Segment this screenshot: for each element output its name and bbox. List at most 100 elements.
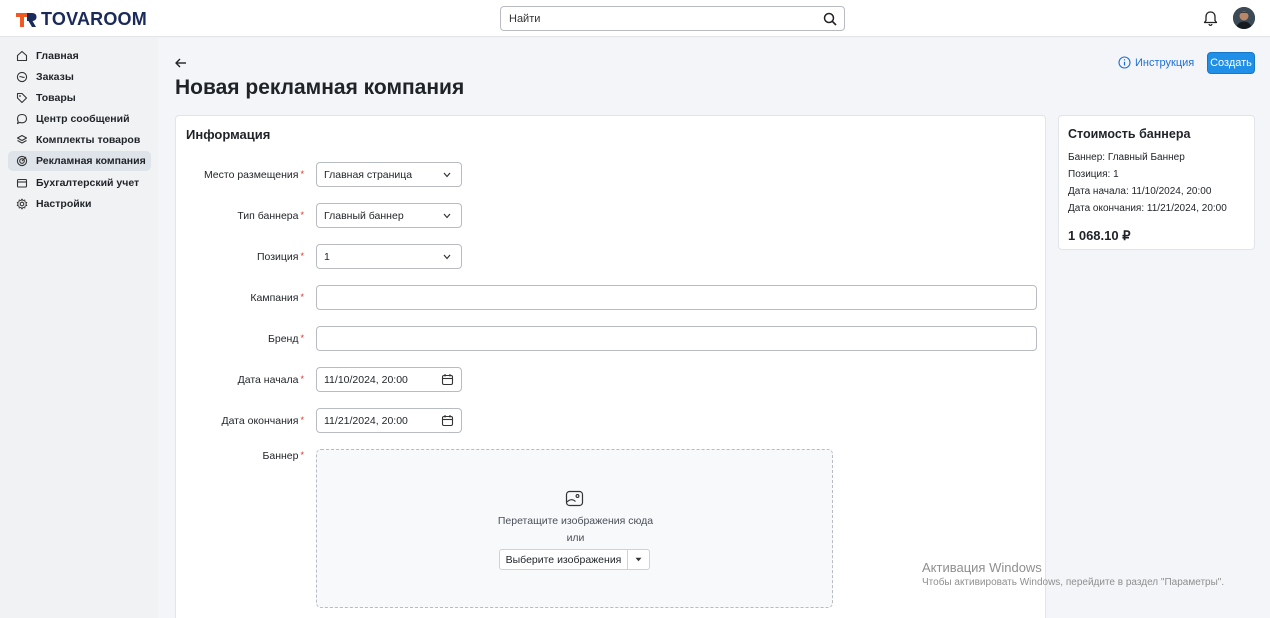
end-date-value: 11/21/2024, 20:00 (324, 415, 408, 427)
sidebar-item-settings[interactable]: Настройки (8, 194, 151, 214)
image-upload-icon (565, 490, 584, 507)
page-title: Новая рекламная компания (175, 76, 465, 99)
banner-type-select[interactable]: Главный баннер (316, 203, 462, 228)
user-avatar-icon (1233, 7, 1255, 29)
logo[interactable]: TOVAROOM (15, 9, 147, 30)
placement-label-text: Место размещения (203, 169, 299, 181)
message-icon (16, 113, 28, 125)
sidebar-item-messages[interactable]: Центр сообщений (8, 109, 151, 129)
banner-type-value: Главный баннер (324, 210, 404, 222)
sidebar-item-label: Настройки (36, 198, 92, 210)
cost-banner-line: Баннер: Главный Баннер (1068, 152, 1185, 163)
required-mark: * (300, 333, 304, 343)
info-card: Информация Место размещения * Главная стр… (175, 115, 1046, 618)
avatar[interactable] (1233, 7, 1255, 29)
placement-value: Главная страница (324, 169, 413, 181)
choose-images-dropdown[interactable] (628, 550, 649, 569)
watermark-subtitle: Чтобы активировать Windows, перейдите в … (922, 577, 1225, 588)
campaign-label: Кампания * (250, 292, 304, 304)
wallet-icon (16, 178, 28, 188)
required-mark: * (300, 415, 304, 425)
campaign-label-text: Кампания (250, 292, 299, 304)
brand-label: Бренд * (268, 333, 304, 345)
search-icon[interactable] (823, 12, 837, 26)
placement-label: Место размещения * (204, 169, 304, 181)
required-mark: * (300, 374, 304, 384)
windows-activation-watermark: Активация Windows Чтобы активировать Win… (922, 560, 1224, 588)
caret-down-icon (635, 557, 642, 562)
start-date-label-text: Дата начала (237, 374, 299, 386)
position-label: Позиция * (257, 251, 304, 263)
start-date-label: Дата начала * (238, 374, 304, 386)
chevron-down-icon (443, 254, 451, 260)
required-mark: * (300, 169, 304, 179)
section-title: Информация (186, 127, 271, 142)
cost-start-line: Дата начала: 11/10/2024, 20:00 (1068, 186, 1212, 197)
chevron-down-icon (443, 172, 451, 178)
tag-icon (16, 92, 28, 104)
bundle-icon (16, 134, 28, 144)
sidebar-item-home[interactable]: Главная (8, 46, 151, 66)
sidebar-item-ad-campaign[interactable]: Рекламная компания (8, 151, 151, 171)
gear-icon (16, 198, 28, 210)
calendar-icon[interactable] (441, 373, 454, 386)
cost-price: 1 068.10 ₽ (1068, 228, 1131, 243)
cost-title: Стоимость баннера (1068, 127, 1191, 141)
main-content: Новая рекламная компания Инструкция Созд… (158, 38, 1270, 618)
search-box[interactable] (500, 6, 845, 31)
sidebar-item-accounting[interactable]: Бухгалтерский учет (8, 173, 151, 193)
dropzone-or: или (566, 532, 585, 544)
sidebar-item-orders[interactable]: Заказы (8, 67, 151, 87)
instruction-link[interactable]: Инструкция (1118, 56, 1194, 69)
sidebar-item-label: Главная (36, 50, 79, 62)
brand-label-text: Бренд (267, 333, 299, 345)
top-bar: TOVAROOM (0, 0, 1270, 37)
end-date-label-text: Дата окончания (221, 415, 299, 427)
banner-type-label: Тип баннера * (237, 210, 304, 222)
banner-label: Баннер * (262, 450, 304, 462)
end-date-input[interactable]: 11/21/2024, 20:00 (316, 408, 462, 433)
info-icon (1118, 56, 1131, 69)
back-arrow-icon[interactable] (174, 56, 188, 70)
create-button[interactable]: Создать (1207, 52, 1255, 74)
start-date-value: 11/10/2024, 20:00 (324, 374, 408, 386)
position-value: 1 (324, 251, 330, 263)
sidebar-item-label: Заказы (36, 71, 74, 83)
sidebar-item-label: Товары (36, 92, 76, 104)
cost-end-line: Дата окончания: 11/21/2024, 20:00 (1068, 203, 1227, 214)
sidebar-item-bundles[interactable]: Комплекты товаров (8, 130, 151, 150)
brand-input[interactable] (316, 326, 1037, 351)
banner-label-text: Баннер (262, 450, 299, 462)
banner-type-label-text: Тип баннера (237, 210, 299, 222)
banner-dropzone[interactable]: Перетащите изображения сюда или Выберите… (316, 449, 833, 608)
end-date-label: Дата окончания * (221, 415, 304, 427)
home-icon (16, 50, 28, 62)
sidebar-item-products[interactable]: Товары (8, 88, 151, 108)
watermark-title: Активация Windows (922, 560, 1042, 575)
banner-cost-card: Стоимость баннера Баннер: Главный Баннер… (1058, 115, 1255, 250)
sidebar-item-label: Комплекты товаров (36, 134, 141, 146)
bell-icon[interactable] (1202, 10, 1219, 27)
sidebar-item-label: Бухгалтерский учет (36, 177, 140, 189)
logo-text: TOVAROOM (41, 9, 147, 29)
dropzone-text: Перетащите изображения сюда (497, 515, 654, 527)
placement-select[interactable]: Главная страница (316, 162, 462, 187)
sidebar-item-label: Центр сообщений (36, 113, 130, 125)
instruction-link-label: Инструкция (1135, 56, 1195, 69)
position-select[interactable]: 1 (316, 244, 462, 269)
sidebar: Главная Заказы Товары Центр сообщений Ко… (0, 38, 158, 618)
choose-images-button-group: Выберите изображения (499, 549, 650, 570)
start-date-input[interactable]: 11/10/2024, 20:00 (316, 367, 462, 392)
search-input[interactable] (509, 11, 809, 27)
required-mark: * (300, 251, 304, 261)
choose-images-button[interactable]: Выберите изображения (500, 550, 628, 569)
calendar-icon[interactable] (441, 414, 454, 427)
logo-mark-icon (16, 12, 37, 27)
required-mark: * (300, 210, 304, 220)
position-label-text: Позиция (256, 251, 299, 263)
sidebar-item-label: Рекламная компания (36, 155, 146, 167)
chevron-down-icon (443, 213, 451, 219)
cost-position-line: Позиция: 1 (1068, 169, 1119, 180)
orders-icon (16, 71, 28, 83)
campaign-input[interactable] (316, 285, 1037, 310)
